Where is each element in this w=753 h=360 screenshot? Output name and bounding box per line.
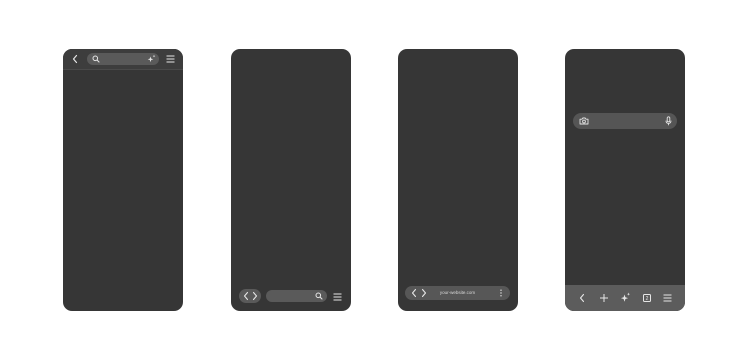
chevron-left-icon[interactable] <box>242 291 250 301</box>
tab-count-icon[interactable]: 2 <box>643 294 651 302</box>
menu-icon[interactable] <box>663 294 672 302</box>
menu-icon[interactable] <box>333 293 342 301</box>
chevron-left-icon[interactable] <box>578 293 586 303</box>
search-input[interactable] <box>266 290 327 302</box>
top-toolbar <box>63 49 183 70</box>
phone-mockup-url-bar: your-website.com <box>398 49 518 311</box>
search-input[interactable] <box>573 113 677 129</box>
nav-arrows-pill <box>239 289 261 303</box>
search-input[interactable] <box>87 53 159 65</box>
search-icon <box>315 292 323 300</box>
sparkle-icon[interactable] <box>620 292 631 303</box>
url-text: your-website.com <box>439 290 476 295</box>
search-icon <box>92 55 100 63</box>
sparkle-icon[interactable] <box>147 54 156 63</box>
chevron-right-icon[interactable] <box>251 291 259 301</box>
more-vertical-icon[interactable] <box>499 289 503 297</box>
microphone-icon[interactable] <box>665 116 672 126</box>
menu-icon[interactable] <box>166 55 175 63</box>
bottom-toolbar: 2 <box>565 285 685 311</box>
plus-icon[interactable] <box>599 293 609 303</box>
camera-icon[interactable] <box>579 117 589 125</box>
phone-mockup-top-bar <box>63 49 183 311</box>
url-bar[interactable]: your-website.com <box>405 286 510 300</box>
phone-mockup-bottom-nav <box>231 49 351 311</box>
phone-mockup-search-home: 2 <box>565 49 685 311</box>
chevron-left-icon[interactable] <box>71 54 79 64</box>
